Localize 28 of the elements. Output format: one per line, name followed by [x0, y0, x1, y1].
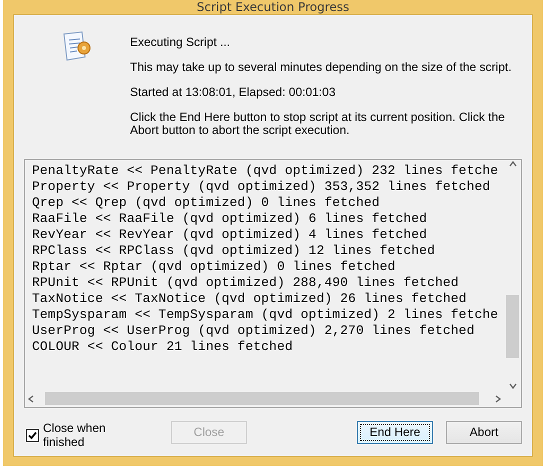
window-title: Script Execution Progress [196, 0, 350, 14]
message-text: Started at 13:08:01, Elapsed: 00:01:03 [130, 86, 336, 99]
message-text: This may take up to several minutes depending on the size of the script. [130, 61, 513, 74]
dialog-button[interactable]: End Here [357, 420, 434, 444]
log-line: COLOUR << Colour 21 lines fetched [32, 339, 294, 355]
log-line: Property << Property (qvd optimized) 353,352 lines fetched [32, 179, 492, 195]
checkmark-icon [27, 430, 38, 440]
horizontal-scrollbar[interactable] [25, 390, 504, 407]
log-line: RaaFile << RaaFile (qvd optimized) 6 lines fetched [32, 211, 428, 227]
log-line: RevYear << RevYear (qvd optimized) 4 lines fetched [32, 227, 428, 243]
scroll-down-icon[interactable] [508, 382, 516, 390]
dialog-button[interactable]: Abort [446, 420, 522, 444]
log-line: Rptar << Rptar (qvd optimized) 0 lines fetched [32, 259, 396, 275]
scroll-right-icon[interactable] [494, 394, 502, 402]
scroll-thumb[interactable] [45, 392, 479, 405]
log-line: Qrep << Qrep (qvd optimized) 0 lines fetched [32, 195, 381, 211]
message-text: Click the End Here button to stop script at its current position. Click the Abort button to abort the script execution. [130, 111, 506, 137]
log-line: PenaltyRate << PenaltyRate (qvd optimized) 232 lines fetche [32, 163, 500, 179]
scroll-left-icon[interactable] [27, 394, 35, 402]
log-line: UserProg << UserProg (qvd optimized) 2,270 lines fetched [32, 323, 476, 339]
scroll-thumb[interactable] [506, 295, 519, 358]
log-line: TempSysparam << TempSysparam (qvd optimized) 2 lines fetche [32, 307, 500, 323]
message-text: Executing Script ... [130, 36, 232, 49]
log-line: RPClass << RPClass (qvd optimized) 12 lines fetched [32, 243, 436, 259]
log-line: TaxNotice << TaxNotice (qvd optimized) 26 lines fetched [32, 291, 468, 307]
scroll-up-icon[interactable] [508, 160, 516, 168]
close-when-finished-checkbox[interactable]: Close when finished [26, 421, 144, 449]
log-line: RPUnit << RPUnit (qvd optimized) 288,490 lines fetched [32, 275, 460, 291]
